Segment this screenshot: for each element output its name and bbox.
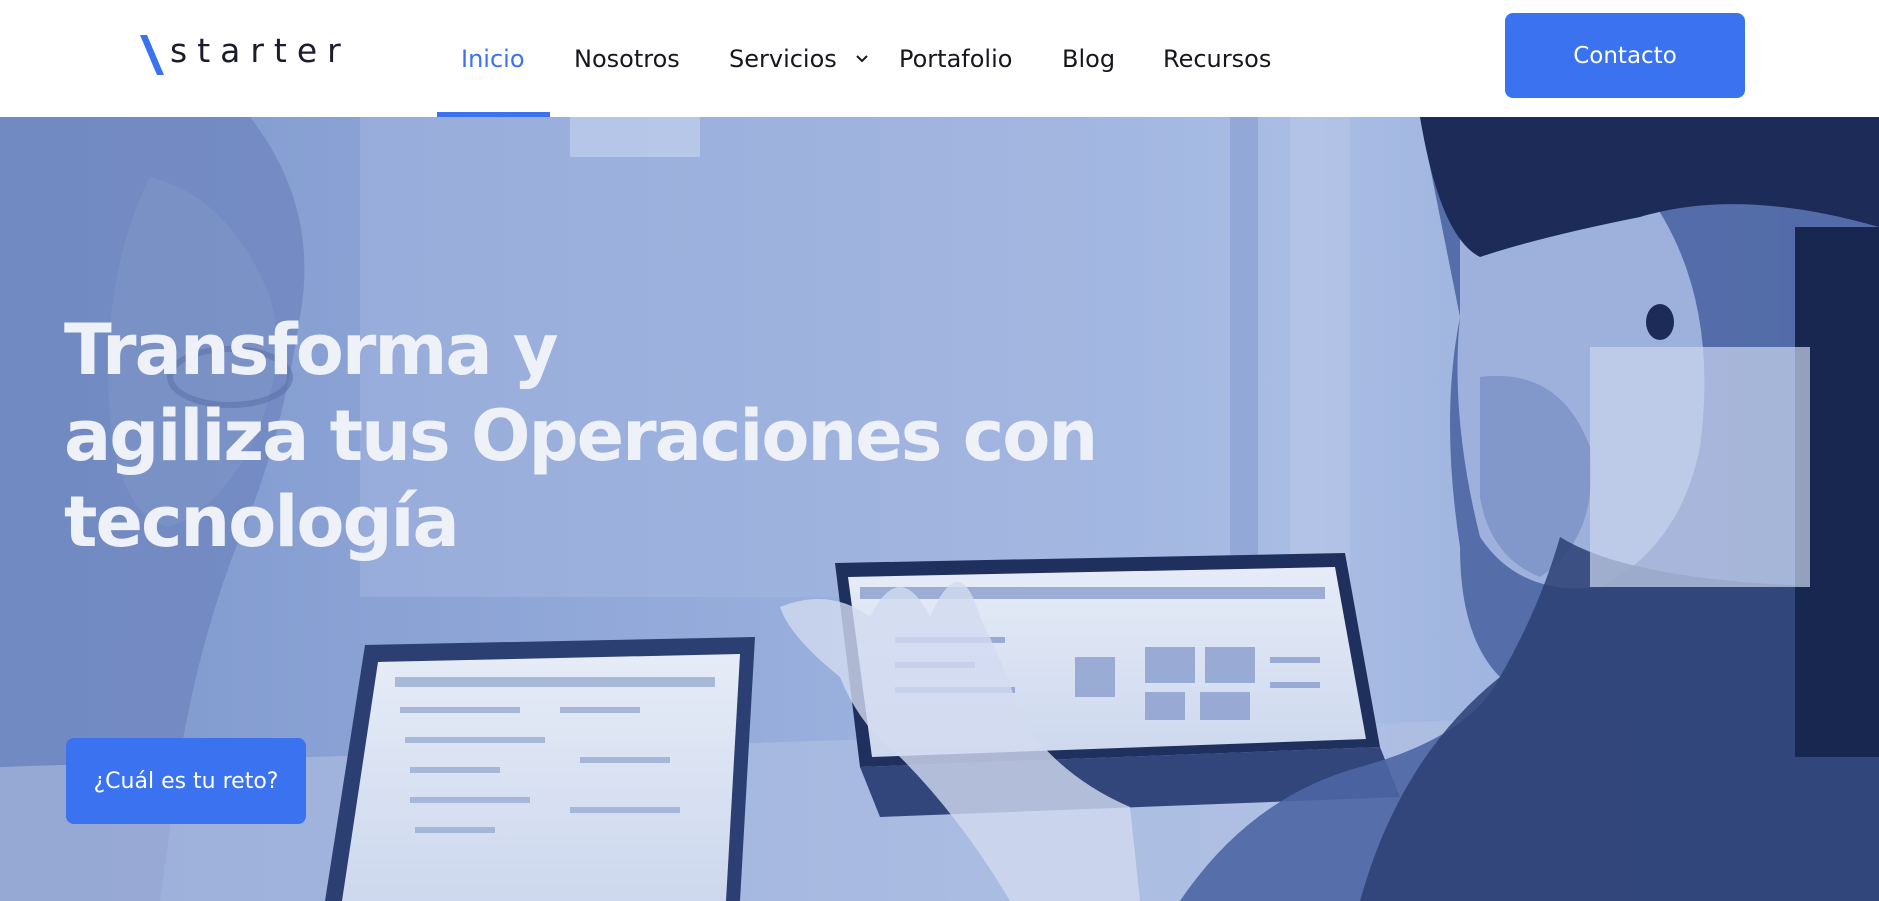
nav-item-nosotros[interactable]: Nosotros: [574, 0, 680, 117]
nav-item-servicios[interactable]: Servicios: [729, 0, 869, 117]
nav-item-servicios-label: Servicios: [729, 44, 837, 73]
nav-item-portafolio[interactable]: Portafolio: [899, 0, 1012, 117]
hero-section: Transforma y agiliza tus Operaciones con…: [0, 117, 1879, 901]
nav-item-recursos[interactable]: Recursos: [1163, 0, 1271, 117]
chevron-down-icon[interactable]: [855, 52, 869, 66]
nav-item-blog[interactable]: Blog: [1062, 0, 1115, 117]
hero-title-line-3: tecnología: [64, 481, 460, 563]
active-nav-indicator: [437, 112, 550, 117]
hero-title: Transforma y agiliza tus Operaciones con…: [64, 307, 1164, 565]
challenge-cta-button[interactable]: ¿Cuál es tu reto?: [66, 738, 306, 824]
hero-title-line-2: agiliza tus Operaciones con: [64, 395, 1098, 477]
logo-slash-icon: [140, 35, 164, 75]
logo-text: starter: [170, 31, 351, 70]
hero-title-line-1: Transforma y: [64, 309, 559, 391]
site-header: starter Inicio Nosotros Servicios Portaf…: [0, 0, 1879, 117]
contact-button[interactable]: Contacto: [1505, 13, 1745, 98]
logo[interactable]: starter: [138, 31, 351, 77]
nav-item-inicio[interactable]: Inicio: [461, 0, 525, 117]
